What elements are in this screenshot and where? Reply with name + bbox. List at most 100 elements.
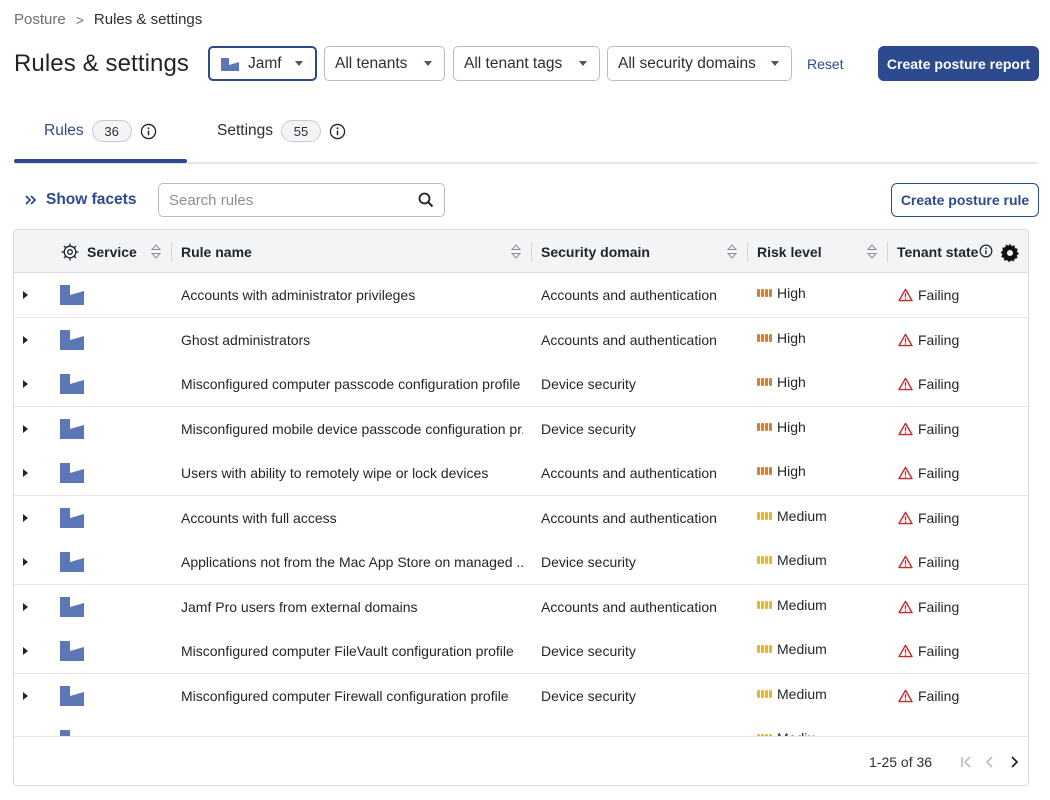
expand-row-icon[interactable] [23,318,31,362]
search-rules-field[interactable] [158,183,445,217]
column-header-tenant-state[interactable]: Tenant state [897,230,978,273]
search-input[interactable] [169,191,418,209]
tab-settings[interactable]: Settings 55 [217,120,346,142]
table-row[interactable]: Accounts with full access Accounts and au… [14,495,1028,541]
expand-row-icon[interactable] [23,674,31,718]
first-page-icon[interactable] [958,754,974,770]
column-header-risk-level[interactable]: Risk level [757,230,822,273]
column-header-security-domain[interactable]: Security domain [541,230,650,273]
risk-level: High [757,360,806,404]
rule-name[interactable]: Misconfigured mobile device passcode con… [181,407,523,451]
sort-icon[interactable] [867,243,877,260]
tenant-state: Failing [898,273,959,317]
expand-row-icon[interactable] [23,496,31,540]
security-domains-dropdown[interactable]: All security domains [607,46,792,81]
tenants-dropdown[interactable]: All tenants [324,46,445,81]
expand-row-icon[interactable] [23,718,31,736]
rule-name[interactable]: Misconfigured computer Firewall configur… [181,674,523,718]
rule-name[interactable]: Jamf Pro users from external domains [181,585,523,629]
table-row[interactable]: Misconfigured mobile device passcode con… [14,406,1028,452]
column-header-service[interactable]: Service [87,230,137,273]
expand-row-icon[interactable] [23,540,31,584]
rule-name[interactable]: Applications not from the Mac App Store … [181,540,523,584]
tenant-state: Failing [898,318,959,362]
tab-rules[interactable]: Rules 36 [44,120,157,142]
tenants-dropdown-value: All tenants [335,54,408,72]
warning-triangle-icon [898,422,918,436]
create-posture-report-button[interactable]: Create posture report [878,46,1039,81]
warning-triangle-icon [898,466,918,480]
jamf-logo-icon [59,629,85,673]
tenant-state-label: Failing [918,687,960,704]
search-icon[interactable] [418,192,434,208]
info-icon[interactable] [329,123,346,140]
tab-rules-count-badge: 36 [91,120,132,142]
table-row[interactable]: Ghost administrators Accounts and authent… [14,317,1028,363]
table-row[interactable]: Applications not from the Mac App Store … [14,540,1028,585]
info-icon[interactable] [140,123,157,140]
tenant-state: Failing [898,451,959,495]
risk-level-icon [757,333,772,342]
previous-page-icon[interactable] [982,754,998,770]
show-facets-button[interactable]: Show facets [24,191,136,209]
service-dropdown[interactable]: Jamf [208,46,317,81]
tab-settings-count-badge: 55 [281,120,322,142]
expand-row-icon[interactable] [23,273,31,317]
table-header: Service Rule name Security domain Risk l… [14,230,1028,273]
tenant-state-label: Failing [918,598,960,615]
rule-name[interactable]: Accounts with administrator privileges [181,273,523,317]
active-tab-indicator [14,159,187,163]
service-dropdown-value: Jamf [248,54,282,72]
chevron-down-icon [579,61,587,66]
chevron-down-icon [424,61,432,66]
settings-cog-icon [61,243,79,261]
table-row[interactable]: Users with ability to remotely wipe or l… [14,451,1028,496]
risk-level-label: Medium [777,685,827,702]
risk-level: High [757,273,806,315]
table-row[interactable]: Mediu [14,718,1028,736]
risk-level-label: High [777,329,806,346]
rule-name[interactable]: Accounts with full access [181,496,523,540]
risk-level-label: High [777,374,806,390]
tenant-state-label: Failing [918,509,960,526]
tenant-state: Failing [898,496,959,540]
reset-link[interactable]: Reset [807,56,844,72]
rule-name[interactable]: Users with ability to remotely wipe or l… [181,451,523,495]
rule-name[interactable]: Ghost administrators [181,318,523,362]
risk-level: High [757,449,806,493]
risk-level: Medium [757,627,827,671]
chevron-down-icon [771,61,779,66]
next-page-icon[interactable] [1006,754,1022,770]
expand-row-icon[interactable] [23,362,31,406]
table-row[interactable]: Misconfigured computer passcode configur… [14,362,1028,407]
expand-row-icon[interactable] [23,451,31,495]
expand-row-icon[interactable] [23,407,31,451]
column-header-rule-name[interactable]: Rule name [181,230,252,273]
risk-level-icon [757,600,772,609]
sort-icon[interactable] [727,243,737,260]
rule-name[interactable]: Misconfigured computer passcode configur… [181,362,523,406]
tenant-state-label: Failing [918,331,960,348]
gear-icon[interactable] [1000,243,1020,263]
jamf-logo-icon [59,362,85,406]
create-posture-rule-button[interactable]: Create posture rule [891,183,1039,217]
table-row[interactable]: Misconfigured computer Firewall configur… [14,673,1028,719]
breadcrumb-posture-link[interactable]: Posture [14,11,66,28]
risk-level-icon [757,556,772,564]
expand-row-icon[interactable] [23,629,31,673]
table-row[interactable]: Jamf Pro users from external domains Acco… [14,584,1028,630]
sort-icon[interactable] [511,243,521,260]
jamf-logo-icon [59,496,85,540]
jamf-logo-icon [59,318,85,362]
rule-name[interactable]: Misconfigured computer FileVault configu… [181,629,523,673]
jamf-logo-icon [59,540,85,584]
expand-row-icon[interactable] [23,585,31,629]
tenant-tags-dropdown[interactable]: All tenant tags [453,46,600,81]
sort-icon[interactable] [151,243,161,260]
info-icon[interactable] [979,244,993,258]
risk-level-icon [757,511,772,520]
tenant-state: Failing [898,674,959,718]
breadcrumb-separator: > [75,11,84,28]
table-row[interactable]: Misconfigured computer FileVault configu… [14,629,1028,674]
table-row[interactable]: Accounts with administrator privileges Ac… [14,273,1028,318]
